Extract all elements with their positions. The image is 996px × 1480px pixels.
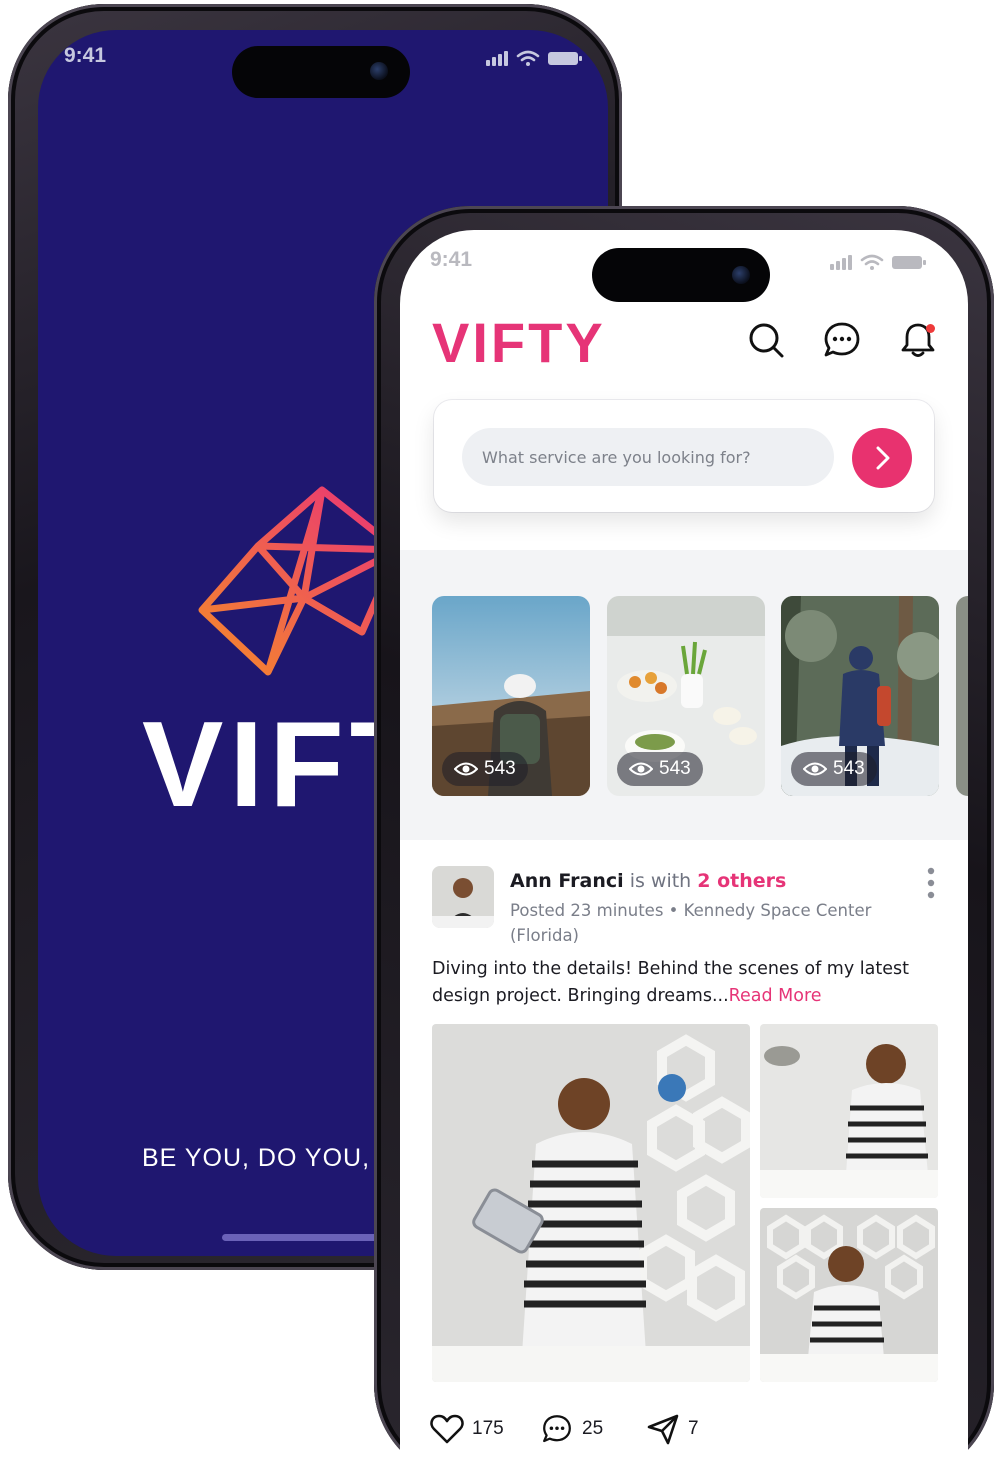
search-submit-button[interactable]	[852, 428, 912, 488]
signal-icon	[830, 255, 852, 270]
splash-tagline: BE YOU, DO YOU, FI	[142, 1144, 403, 1172]
story-views-count: 543	[484, 758, 516, 779]
status-time: 9:41	[64, 44, 107, 67]
avatar[interactable]	[432, 866, 494, 928]
post-photo-main[interactable]	[432, 1024, 750, 1382]
dynamic-island	[592, 248, 770, 302]
story-views-count: 543	[659, 758, 691, 779]
notification-dot	[926, 324, 935, 333]
eye-icon	[454, 762, 478, 776]
post-photo-tertiary[interactable]	[760, 1208, 938, 1382]
status-icons	[486, 50, 582, 66]
search-input[interactable]	[462, 428, 834, 486]
story-card[interactable]: 543	[432, 596, 590, 796]
post-with-label: is with	[629, 870, 692, 892]
status-time: 9:41	[430, 248, 473, 271]
story-card[interactable]	[956, 596, 968, 796]
story-views-badge: 543	[442, 752, 528, 786]
post-caption: Diving into the details! Behind the scen…	[432, 956, 937, 1010]
eye-icon	[803, 762, 827, 776]
search-card	[434, 400, 934, 512]
post-meta: Posted 23 minutes • Kennedy Space Center…	[510, 901, 872, 945]
status-icons	[830, 254, 926, 270]
like-button[interactable]: 175	[430, 1412, 504, 1446]
battery-icon	[548, 52, 582, 65]
send-icon	[647, 1414, 679, 1445]
avatar-image	[432, 866, 494, 928]
post-photo-secondary[interactable]	[760, 1024, 938, 1198]
post-author[interactable]: Ann Franci	[510, 870, 624, 892]
wifi-icon	[516, 50, 540, 62]
comment-icon	[543, 1415, 571, 1443]
post-photo-tertiary-image	[760, 1208, 938, 1382]
more-options-icon[interactable]	[924, 866, 938, 900]
post-tagged-others[interactable]: 2 others	[697, 870, 786, 892]
eye-icon	[629, 762, 653, 776]
story-card[interactable]: 543	[607, 596, 765, 796]
post-photo-secondary-image	[760, 1024, 938, 1198]
feed-screen: 9:41 VIFTY What service are you looking …	[400, 230, 968, 1480]
post-header: Ann Franci is with 2 others Posted 23 mi…	[510, 868, 920, 948]
chat-icon[interactable]	[822, 320, 862, 360]
camera-icon	[732, 266, 750, 284]
like-count: 175	[472, 1418, 504, 1439]
search-icon[interactable]	[746, 320, 786, 360]
read-more-link[interactable]: Read More	[729, 986, 822, 1006]
comment-count: 25	[582, 1418, 604, 1439]
share-count: 7	[688, 1418, 699, 1439]
battery-icon	[892, 256, 926, 269]
comment-button[interactable]: 25	[540, 1412, 603, 1446]
signal-icon	[486, 51, 508, 66]
heart-icon	[430, 1414, 464, 1444]
post-caption-text: Diving into the details! Behind the scen…	[432, 959, 909, 1006]
share-button[interactable]: 7	[646, 1412, 699, 1446]
wifi-icon	[860, 254, 884, 266]
post-photo-main-image	[432, 1024, 750, 1382]
story-views-count: 543	[833, 758, 865, 779]
story-views-badge: 543	[791, 752, 877, 786]
dynamic-island	[232, 46, 410, 98]
stories-strip: 543 543 543	[400, 550, 968, 840]
story-views-badge: 543	[617, 752, 703, 786]
feed-phone-frame: 9:41 VIFTY What service are you looking …	[374, 206, 994, 1480]
app-logo[interactable]: VIFTY	[432, 310, 606, 375]
story-card[interactable]: 543	[781, 596, 939, 796]
camera-icon	[370, 62, 388, 80]
chevron-right-icon	[876, 446, 890, 470]
